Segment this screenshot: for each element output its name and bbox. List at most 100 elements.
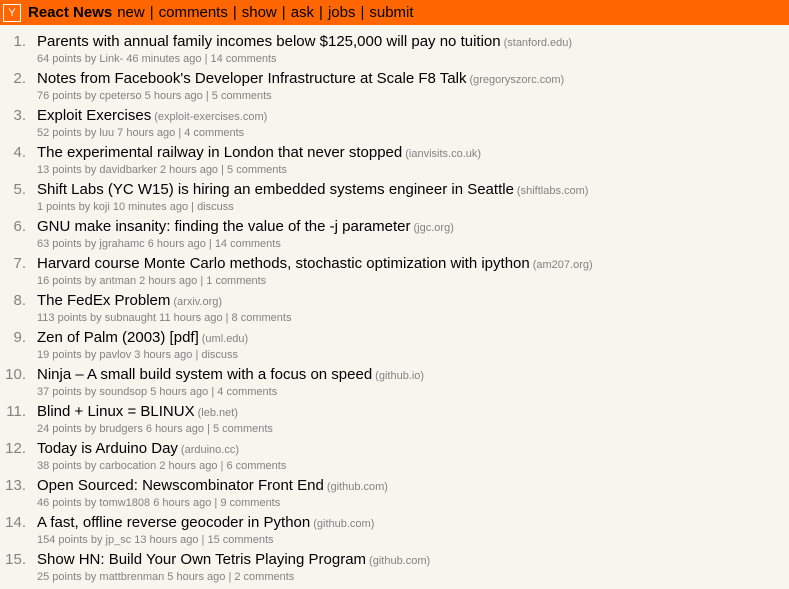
story-comments-link[interactable]: discuss: [197, 201, 234, 213]
story-user-link[interactable]: antman: [99, 275, 136, 287]
story-age-link[interactable]: 6 hours ago: [146, 423, 204, 435]
story-comments-link[interactable]: 5 comments: [212, 90, 272, 102]
story-age-link[interactable]: 5 hours ago: [145, 90, 203, 102]
story-comments-link[interactable]: 4 comments: [184, 127, 244, 139]
story-domain[interactable]: (github.com): [313, 518, 374, 530]
story-subtext-separator: |: [221, 164, 224, 176]
story-age-link[interactable]: 46 minutes ago: [126, 53, 201, 65]
story-age-link[interactable]: 2 hours ago: [160, 164, 218, 176]
nav-separator: |: [360, 4, 365, 21]
story-domain[interactable]: (arxiv.org): [173, 296, 222, 308]
story-age-link[interactable]: 2 hours ago: [139, 275, 197, 287]
story-comments-link[interactable]: 6 comments: [226, 460, 286, 472]
story-title-link[interactable]: Harvard course Monte Carlo methods, stoc…: [37, 255, 530, 272]
story-comments-link[interactable]: 1 comments: [206, 275, 266, 287]
story-user-link[interactable]: cpeterso: [99, 90, 141, 102]
story-domain[interactable]: (arduino.cc): [181, 444, 239, 456]
story-user-link[interactable]: jp_sc: [106, 534, 132, 546]
story-domain[interactable]: (github.io): [375, 370, 424, 382]
story-title-link[interactable]: Today is Arduino Day: [37, 440, 178, 457]
story-points: 64 points: [37, 53, 82, 65]
story-user-link[interactable]: Link-: [99, 53, 123, 65]
story-subtext: 25 points by mattbrenman 5 hours ago | 2…: [37, 571, 430, 584]
nav-submit[interactable]: submit: [369, 4, 413, 21]
story-domain[interactable]: (am207.org): [533, 259, 593, 271]
story-age-link[interactable]: 11 hours ago: [159, 312, 222, 324]
story-age-link[interactable]: 5 hours ago: [150, 386, 208, 398]
story-title-link[interactable]: Show HN: Build Your Own Tetris Playing P…: [37, 551, 366, 568]
story-title-link[interactable]: Notes from Facebook's Developer Infrastr…: [37, 70, 466, 87]
story-item: 4. The experimental railway in London th…: [0, 145, 789, 182]
nav-show[interactable]: show: [242, 4, 277, 21]
story-domain[interactable]: (shiftlabs.com): [517, 185, 589, 197]
story-title-link[interactable]: Exploit Exercises: [37, 107, 151, 124]
story-user-link[interactable]: soundsop: [99, 386, 147, 398]
story-comments-link[interactable]: 2 comments: [234, 571, 294, 583]
story-titleline: The FedEx Problem (arxiv.org): [37, 293, 291, 310]
story-age-link[interactable]: 3 hours ago: [134, 349, 192, 361]
story-comments-link[interactable]: 8 comments: [232, 312, 292, 324]
story-title-link[interactable]: Parents with annual family incomes below…: [37, 33, 501, 50]
story-by: by: [90, 312, 102, 324]
story-domain[interactable]: (gregoryszorc.com): [469, 74, 564, 86]
nav-jobs[interactable]: jobs: [328, 4, 356, 21]
story-title-link[interactable]: The FedEx Problem: [37, 292, 170, 309]
story-title-link[interactable]: Blind + Linux = BLINUX: [37, 403, 195, 420]
story-body: Blind + Linux = BLINUX (leb.net) 24 point…: [37, 404, 273, 441]
story-title-link[interactable]: GNU make insanity: finding the value of …: [37, 218, 411, 235]
story-body: A fast, offline reverse geocoder in Pyth…: [37, 515, 374, 552]
story-comments-link[interactable]: 5 comments: [227, 164, 287, 176]
story-age-link[interactable]: 6 hours ago: [148, 238, 206, 250]
y-logo-icon[interactable]: Y: [3, 3, 21, 22]
story-title-link[interactable]: Zen of Palm (2003) [pdf]: [37, 329, 199, 346]
story-user-link[interactable]: luu: [99, 127, 114, 139]
story-domain[interactable]: (ianvisits.co.uk): [405, 148, 481, 160]
story-rank: 7.: [13, 255, 26, 272]
nav-comments[interactable]: comments: [159, 4, 228, 21]
nav-separator: |: [232, 4, 237, 21]
story-user-link[interactable]: davidbarker: [99, 164, 156, 176]
story-domain[interactable]: (github.com): [327, 481, 388, 493]
site-title[interactable]: React News: [28, 4, 112, 21]
story-domain[interactable]: (uml.edu): [202, 333, 248, 345]
story-comments-link[interactable]: 14 comments: [211, 53, 277, 65]
story-domain[interactable]: (jgc.org): [414, 222, 454, 234]
story-comments-link[interactable]: 5 comments: [213, 423, 273, 435]
story-user-link[interactable]: brudgers: [99, 423, 142, 435]
story-body: Open Sourced: Newscombinator Front End (g…: [37, 478, 388, 515]
nav-separator: |: [149, 4, 154, 21]
story-domain[interactable]: (github.com): [369, 555, 430, 567]
story-age-link[interactable]: 5 hours ago: [167, 571, 225, 583]
story-title-link[interactable]: Ninja – A small build system with a focu…: [37, 366, 372, 383]
story-comments-link[interactable]: 9 comments: [220, 497, 280, 509]
story-rank: 9.: [13, 329, 26, 346]
story-user-link[interactable]: jgrahamc: [99, 238, 144, 250]
story-comments-link[interactable]: 4 comments: [217, 386, 277, 398]
story-age-link[interactable]: 10 minutes ago: [113, 201, 188, 213]
nav-new[interactable]: new: [117, 4, 145, 21]
story-domain[interactable]: (stanford.edu): [504, 37, 572, 49]
story-title-link[interactable]: Open Sourced: Newscombinator Front End: [37, 477, 324, 494]
story-title-link[interactable]: Shift Labs (YC W15) is hiring an embedde…: [37, 181, 514, 198]
story-comments-link[interactable]: 15 comments: [207, 534, 273, 546]
story-age-link[interactable]: 6 hours ago: [153, 497, 211, 509]
story-title-link[interactable]: The experimental railway in London that …: [37, 144, 402, 161]
story-age-link[interactable]: 7 hours ago: [117, 127, 175, 139]
story-user-link[interactable]: subnaught: [105, 312, 156, 324]
story-domain[interactable]: (exploit-exercises.com): [154, 111, 267, 123]
story-subtext-separator: |: [200, 275, 204, 287]
story-subtext-separator: |: [205, 90, 209, 102]
story-user-link[interactable]: pavlov: [99, 349, 131, 361]
top-bar: Y React News new | comments | show | ask…: [0, 0, 789, 25]
story-age-link[interactable]: 13 hours ago: [134, 534, 198, 546]
story-user-link[interactable]: tomw1808: [99, 497, 150, 509]
story-user-link[interactable]: carbocation: [99, 460, 156, 472]
story-user-link[interactable]: mattbrenman: [99, 571, 164, 583]
story-age-link[interactable]: 2 hours ago: [159, 460, 217, 472]
story-comments-link[interactable]: discuss: [201, 349, 238, 361]
nav-ask[interactable]: ask: [291, 4, 314, 21]
story-title-link[interactable]: A fast, offline reverse geocoder in Pyth…: [37, 514, 310, 531]
story-user-link[interactable]: koji: [93, 201, 110, 213]
story-domain[interactable]: (leb.net): [198, 407, 238, 419]
story-comments-link[interactable]: 14 comments: [215, 238, 281, 250]
